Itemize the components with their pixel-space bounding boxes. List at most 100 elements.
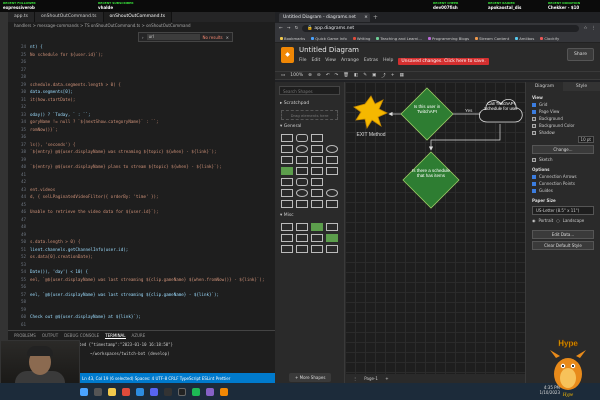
panel-tab-output[interactable]: OUTPUT bbox=[42, 333, 58, 339]
code-line[interactable]: Date()), 'day') < 10) { bbox=[30, 269, 88, 274]
shape-template[interactable] bbox=[296, 178, 308, 186]
bookmark-item[interactable]: Writing bbox=[352, 36, 370, 41]
panel-tab-azure[interactable]: AZURE bbox=[132, 333, 146, 339]
change-background-button[interactable]: Change... bbox=[532, 145, 594, 154]
code-line[interactable]: romNow()}`; bbox=[30, 127, 58, 132]
shape-template[interactable] bbox=[326, 234, 338, 242]
shape-template[interactable] bbox=[281, 223, 293, 231]
clear-default-style-button[interactable]: Clear Default Style bbox=[532, 241, 594, 250]
option-row[interactable]: Shadow bbox=[526, 129, 600, 136]
shape-template[interactable] bbox=[326, 245, 338, 253]
code-line[interactable]: eel, `@${user.displayName} was last stre… bbox=[30, 277, 264, 282]
close-tab-icon[interactable]: × bbox=[364, 15, 368, 20]
waypoints-icon[interactable]: ⤴ bbox=[381, 73, 386, 79]
code-editor[interactable]: 24 nt) {25 No schedule for ${user.id}`); 26… bbox=[8, 44, 275, 329]
shape-template[interactable] bbox=[296, 167, 308, 175]
tab-shoutout-1[interactable]: onShoutOutCommand.ts bbox=[35, 12, 104, 22]
code-line[interactable]: os.data[0].creationDate); bbox=[30, 254, 93, 259]
code-line[interactable]: s.data.length > 0) { bbox=[30, 239, 80, 244]
chevron-right-icon[interactable]: › bbox=[142, 35, 144, 40]
code-line[interactable]: schedule.data.segments.length > 0) { bbox=[30, 82, 121, 87]
scratchpad-header[interactable]: ▸ Scratchpad bbox=[275, 99, 344, 108]
shape-template[interactable] bbox=[281, 145, 293, 153]
option-row[interactable]: Connection Arrows bbox=[526, 173, 600, 180]
fill-color-icon[interactable]: ◧ bbox=[354, 73, 358, 78]
bookmark-item[interactable]: Bookmarks bbox=[280, 36, 305, 41]
tab-style[interactable]: Style bbox=[563, 82, 600, 91]
zoom-in-icon[interactable]: ⊕ bbox=[308, 73, 312, 78]
option-row[interactable]: Connection Points bbox=[526, 180, 600, 187]
option-row[interactable]: Background bbox=[526, 115, 600, 122]
decision-user-in-api[interactable]: Is this user in TwitchAPI bbox=[400, 87, 454, 141]
back-icon[interactable]: ← bbox=[279, 26, 283, 31]
checkbox[interactable] bbox=[532, 181, 536, 186]
code-line[interactable]: oday() ? `Today, ` : ``; bbox=[30, 112, 91, 117]
tab-shoutout-2[interactable]: onShoutOutCommand.ts bbox=[103, 12, 173, 22]
format-panel-icon[interactable]: ▭ bbox=[281, 73, 285, 78]
shape-template[interactable] bbox=[296, 200, 308, 208]
grid-size-input[interactable]: 10 pt bbox=[577, 136, 594, 143]
code-line[interactable]: `${entry} @${user.displayName} was strea… bbox=[30, 149, 217, 154]
landscape-radio[interactable]: ○ bbox=[556, 218, 560, 223]
menu-help[interactable]: Help bbox=[383, 58, 393, 65]
shape-template[interactable] bbox=[311, 200, 323, 208]
visual-studio-icon[interactable] bbox=[206, 387, 214, 396]
spotify-icon[interactable] bbox=[192, 387, 200, 396]
panel-tab-debug-console[interactable]: DEBUG CONSOLE bbox=[64, 333, 99, 339]
start-icon[interactable] bbox=[80, 387, 88, 396]
decision-schedule-has-items[interactable]: Is there a schedule that has items bbox=[402, 151, 460, 209]
shadow-icon[interactable]: ▣ bbox=[372, 73, 376, 78]
code-line[interactable]: Check out @${user.displayName} at ${link… bbox=[30, 314, 141, 319]
pages-menu-icon[interactable]: ⋮ bbox=[353, 376, 357, 381]
scratchpad-dropzone[interactable]: Drag elements here bbox=[281, 110, 338, 120]
code-line[interactable]: `${entry} @${user.displayName} plans to … bbox=[30, 164, 222, 169]
bookmark-item[interactable]: Amiibos bbox=[515, 36, 534, 41]
table-icon[interactable]: ▦ bbox=[400, 73, 404, 78]
misc-header[interactable]: ▾ Misc bbox=[275, 211, 344, 220]
code-line[interactable]: ls(), 'seconds') { bbox=[30, 142, 75, 147]
option-row[interactable]: Page View bbox=[526, 108, 600, 115]
general-header[interactable]: ▾ General bbox=[275, 122, 344, 131]
obs-icon[interactable] bbox=[164, 387, 172, 396]
terminal-icon[interactable] bbox=[178, 387, 186, 396]
search-shapes-input[interactable]: Search Shapes bbox=[279, 86, 340, 95]
shape-template[interactable] bbox=[281, 156, 293, 164]
shape-template[interactable] bbox=[326, 145, 338, 153]
shape-template[interactable] bbox=[326, 134, 338, 142]
menu-view[interactable]: View bbox=[325, 58, 336, 65]
shape-template[interactable] bbox=[281, 167, 293, 175]
panel-tab-problems[interactable]: PROBLEMS bbox=[14, 333, 36, 339]
new-tab-icon[interactable]: + bbox=[373, 14, 378, 21]
shape-template[interactable] bbox=[296, 134, 308, 142]
shape-template[interactable] bbox=[281, 200, 293, 208]
code-line[interactable]: No schedule for ${user.id}`); bbox=[30, 52, 103, 57]
code-line[interactable]: lient.channels.getChannelInfo(user.id); bbox=[30, 247, 128, 252]
checkbox[interactable] bbox=[532, 123, 536, 128]
diagram-canvas[interactable]: EXIT Method Is this user in TwitchAPI Ye… bbox=[345, 82, 525, 374]
forward-icon[interactable]: → bbox=[287, 26, 291, 31]
bookmark-item[interactable]: Quick Game Info bbox=[311, 36, 347, 41]
shape-template[interactable] bbox=[296, 189, 308, 197]
file-explorer-icon[interactable] bbox=[108, 387, 116, 396]
shape-template[interactable] bbox=[311, 234, 323, 242]
checkbox[interactable] bbox=[532, 130, 536, 135]
zoom-out-icon[interactable]: ⊖ bbox=[317, 73, 321, 78]
tab-app-ts[interactable]: app.ts bbox=[8, 12, 36, 22]
paper-size-select[interactable]: US-Letter (8.5" x 11") bbox=[532, 206, 594, 215]
checkbox[interactable] bbox=[532, 174, 536, 179]
shape-template[interactable] bbox=[326, 156, 338, 164]
checkbox[interactable] bbox=[532, 188, 536, 193]
shape-template[interactable] bbox=[326, 178, 338, 186]
menu-icon[interactable]: ⋮ bbox=[592, 26, 597, 31]
shape-template[interactable] bbox=[281, 245, 293, 253]
shape-template[interactable] bbox=[281, 178, 293, 186]
shape-template[interactable] bbox=[311, 145, 323, 153]
code-line[interactable]: Unable to retrieve the video data for ${… bbox=[30, 209, 159, 214]
shape-template[interactable] bbox=[326, 189, 338, 197]
shape-template[interactable] bbox=[281, 134, 293, 142]
zoom-level[interactable]: 100% bbox=[290, 73, 303, 78]
shape-template[interactable] bbox=[311, 223, 323, 231]
shape-template[interactable] bbox=[311, 189, 323, 197]
unsaved-changes-button[interactable]: Unsaved changes. Click here to save. bbox=[398, 58, 489, 65]
bookmark-item[interactable]: Clockify bbox=[540, 36, 559, 41]
